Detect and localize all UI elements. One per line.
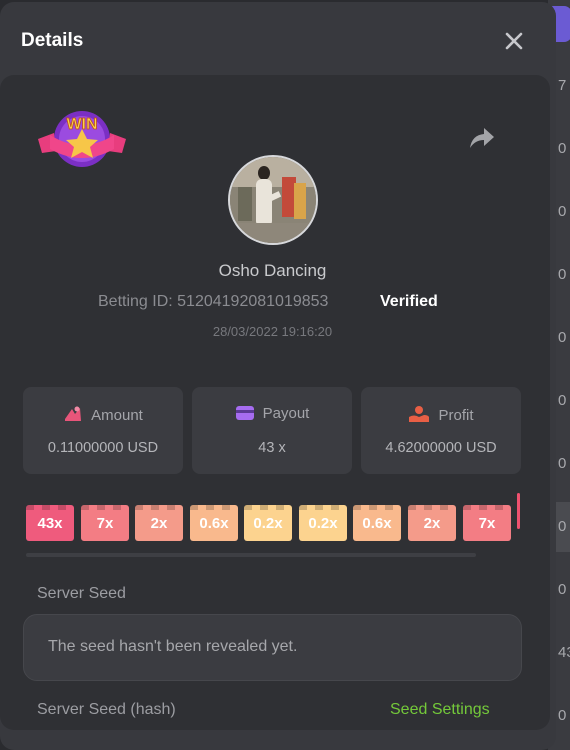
- betting-id-label: Betting ID:: [98, 293, 173, 310]
- background-list-value: 7: [558, 77, 567, 94]
- amount-label: Amount: [91, 407, 143, 424]
- multiplier-row-edge: [517, 493, 520, 529]
- profit-value: 4.62000000 USD: [385, 440, 497, 456]
- avatar-image: [230, 157, 316, 243]
- profit-label: Profit: [438, 407, 474, 424]
- close-icon[interactable]: [502, 29, 526, 53]
- payout-label: Payout: [262, 405, 310, 422]
- server-seed-field[interactable]: The seed hasn't been revealed yet.: [23, 614, 522, 681]
- bet-timestamp: 28/03/2022 19:16:20: [212, 324, 333, 339]
- background-list-value: 0: [558, 140, 567, 157]
- verified-status: Verified: [380, 293, 438, 310]
- details-dialog: Details WIN Osho Dancing Betting ID: 512…: [0, 2, 556, 750]
- amount-card: Amount 0.11000000 USD: [23, 387, 183, 474]
- multiplier-chip[interactable]: 2x: [135, 505, 183, 541]
- avatar: [228, 155, 318, 245]
- amount-icon: [65, 406, 82, 421]
- server-seed-label: Server Seed: [37, 585, 126, 602]
- background-list-value: 0: [558, 518, 567, 535]
- username: Osho Dancing: [218, 261, 327, 280]
- payout-card: Payout 43 x: [192, 387, 352, 474]
- background-list-value: 43: [558, 644, 570, 661]
- multiplier-scrollbar[interactable]: [26, 553, 476, 557]
- background-list-value: 0: [558, 455, 567, 472]
- payout-value: 43 x: [258, 440, 286, 456]
- multiplier-chip[interactable]: 0.2x: [299, 505, 347, 541]
- seed-settings-link[interactable]: Seed Settings: [390, 701, 490, 719]
- payout-card-icon: [235, 406, 254, 420]
- background-list-value: 0: [558, 707, 567, 724]
- amount-value: 0.11000000 USD: [47, 440, 159, 456]
- multiplier-chip[interactable]: 43x: [26, 505, 74, 541]
- multiplier-chip[interactable]: 0.6x: [190, 505, 238, 541]
- multiplier-chip[interactable]: 7x: [463, 505, 511, 541]
- bet-details-panel: WIN Osho Dancing Betting ID: 51204192081…: [0, 75, 550, 730]
- multiplier-chip[interactable]: 0.2x: [244, 505, 292, 541]
- background-list-value: 0: [558, 392, 567, 409]
- dialog-title: Details: [21, 30, 84, 51]
- background-list-value: 0: [558, 581, 567, 598]
- background-list-value: 0: [558, 329, 567, 346]
- server-seed-value: The seed hasn't been revealed yet.: [48, 638, 298, 655]
- profit-hand-icon: [409, 406, 430, 422]
- multiplier-chip[interactable]: 7x: [81, 505, 129, 541]
- share-arrow-icon[interactable]: [468, 125, 496, 151]
- win-badge-icon: WIN: [38, 111, 126, 167]
- betting-id-value: 51204192081019853: [177, 293, 329, 310]
- profit-card: Profit 4.62000000 USD: [361, 387, 521, 474]
- background-list-value: 0: [558, 266, 567, 283]
- win-badge-text: WIN: [66, 116, 97, 133]
- background-list-value: 0: [558, 203, 567, 220]
- multiplier-chip[interactable]: 2x: [408, 505, 456, 541]
- multiplier-chip[interactable]: 0.6x: [353, 505, 401, 541]
- betting-id: Betting ID: 51204192081019853: [98, 293, 328, 311]
- server-seed-hash-label: Server Seed (hash): [37, 701, 176, 718]
